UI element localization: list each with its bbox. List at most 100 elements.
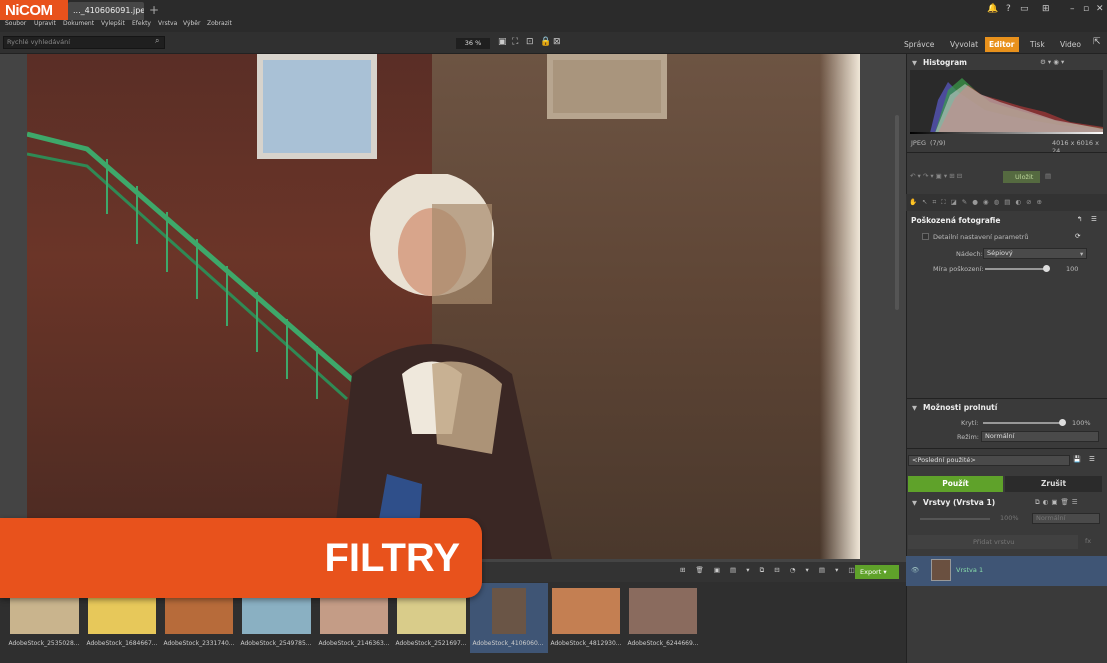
add-layer-button[interactable]: Přidat vrstvu <box>908 535 1078 549</box>
photo-vignette-edge <box>820 54 860 559</box>
save-preset-icon[interactable]: 💾 <box>1073 455 1081 463</box>
tab-vyvolat[interactable]: Vyvolat <box>946 37 982 52</box>
histogram-chart <box>910 70 1103 133</box>
save-button[interactable]: Uložit <box>1003 171 1040 183</box>
blend-mode-dropdown[interactable]: Normální <box>981 431 1099 442</box>
thumbnail-caption: AdobeStock_4106060... <box>472 640 544 647</box>
undo-icon[interactable]: ↶ ▾ ↷ ▾ ▣ ▾ ⊞ ⊟ <box>910 172 962 180</box>
damage-label: Míra poškození: <box>933 265 984 273</box>
histogram-options-icon[interactable]: ⚙ ▾ ◉ ▾ <box>1040 58 1064 66</box>
thumbnail-caption: AdobeStock_4812930... <box>550 640 622 647</box>
menu-vylepsit[interactable]: Vylepšit <box>101 20 125 27</box>
actual-size-icon[interactable]: ▣ <box>498 37 507 47</box>
menu-vyber[interactable]: Výběr <box>183 20 200 27</box>
search-icon[interactable]: ⌕ <box>155 36 159 46</box>
save-as-icon[interactable]: ▤ <box>1045 172 1051 180</box>
layer-mode-dropdown[interactable]: Normální <box>1032 513 1100 524</box>
detail-checkbox[interactable] <box>922 233 929 240</box>
panel-menu-icon[interactable]: ☰ <box>1091 215 1097 223</box>
divider <box>906 398 1107 399</box>
close-icon[interactable]: ✕ <box>1096 4 1104 14</box>
tab-file[interactable]: ..._4106060​91.jpeg <box>68 2 144 20</box>
window-sepia-image <box>547 54 667 119</box>
menu-upravit[interactable]: Upravit <box>34 20 56 27</box>
tab-spravce[interactable]: Správce <box>900 37 938 52</box>
search-input[interactable]: Rychlé vyhledávání <box>3 36 165 49</box>
edited-photo[interactable] <box>27 54 860 559</box>
filter-title: Poškozená fotografie <box>911 216 1001 225</box>
preset-dropdown[interactable]: <Poslední použité> <box>908 455 1070 466</box>
damage-value[interactable]: 100 <box>1066 265 1078 273</box>
menu-soubor[interactable]: Soubor <box>5 20 26 27</box>
apply-button[interactable]: Použít <box>908 476 1003 492</box>
notifications-icon[interactable]: 🔔 <box>987 4 998 14</box>
layer-opacity-value[interactable]: 100% <box>1000 514 1019 522</box>
title-bar <box>0 0 1107 20</box>
eye-icon[interactable]: 👁 <box>911 566 919 574</box>
fill-icon[interactable]: ⊡ <box>526 37 534 47</box>
filmstrip-tool-icons[interactable]: ⊞ 🗑 ▣ ▤ ▾ ⧉ ⊟ ◔ ▾ ▤ ▾ ◫ ⇄ <box>680 566 874 575</box>
fx-icon[interactable]: fx <box>1085 537 1091 545</box>
thumbnail-caption: AdobeStock_1684667... <box>86 640 158 647</box>
chevron-down-icon[interactable]: ▾ <box>1080 250 1083 258</box>
fit-icon[interactable]: ⛶ <box>512 37 518 47</box>
thumbnail-image[interactable] <box>492 588 526 634</box>
thumbnail-caption: AdobeStock_2549785... <box>240 640 312 647</box>
collapse-layers-icon[interactable]: ▼ <box>912 499 917 507</box>
reset-icon[interactable]: ↰ <box>1077 215 1082 223</box>
external-window-icon[interactable]: ⇱ <box>1093 37 1101 47</box>
app-logo: NiCOM <box>0 0 68 22</box>
cancel-button[interactable]: Zrušit <box>1005 476 1102 492</box>
blend-title: Možnosti prolnutí <box>923 403 998 412</box>
layer-thumbnail <box>931 559 951 581</box>
divider <box>906 448 1107 449</box>
layer-opacity-slider[interactable] <box>920 518 990 520</box>
tab-editor[interactable]: Editor <box>985 37 1019 52</box>
damage-slider-handle[interactable] <box>1043 265 1050 272</box>
refresh-icon[interactable]: ⟳ <box>1075 232 1080 240</box>
export-button[interactable]: Export ▾ <box>855 565 899 579</box>
preset-menu-icon[interactable]: ☰ <box>1089 455 1095 463</box>
minimize-icon[interactable]: – <box>1070 4 1075 14</box>
help-icon[interactable]: ? <box>1006 4 1011 14</box>
thumbnail-image[interactable] <box>629 588 697 634</box>
histogram-format: JPEG <box>911 139 926 147</box>
thumbnail-caption: AdobeStock_2535028... <box>8 640 80 647</box>
detail-label: Detailní nastavení parametrů <box>933 233 1029 241</box>
stair-railing-image <box>27 131 357 401</box>
layer-tool-icons[interactable]: ⧉◐▣🗑☰ <box>1035 498 1081 507</box>
menu-efekty[interactable]: Efekty <box>132 20 151 27</box>
damage-slider-track[interactable] <box>985 268 1047 270</box>
lock-icon[interactable]: 🔒 <box>540 37 551 47</box>
canvas-scrollbar[interactable] <box>895 115 899 310</box>
monitor-icon[interactable]: ▭ <box>1020 4 1029 14</box>
thumbnail-image[interactable] <box>552 588 620 634</box>
compare-icon[interactable]: ⊠ <box>553 37 561 47</box>
menu-vrstva[interactable]: Vrstva <box>158 20 177 27</box>
zoom-field[interactable]: 36 % <box>456 38 490 49</box>
menu-zobrazit[interactable]: Zobrazit <box>207 20 232 27</box>
collapse-histogram-icon[interactable]: ▼ <box>912 59 917 67</box>
tint-label: Nádech: <box>956 250 983 258</box>
opacity-value[interactable]: 100% <box>1072 419 1091 427</box>
layer-name: Vrstva 1 <box>956 566 984 574</box>
tint-dropdown[interactable]: Sépiový <box>983 248 1087 259</box>
tool-icons[interactable]: ↖⌗⛶◪✎●◉◍▤◐⊘⊕ <box>922 198 1047 207</box>
tab-tisk[interactable]: Tisk <box>1026 37 1049 52</box>
opacity-slider-handle[interactable] <box>1059 419 1066 426</box>
hand-tool-icon[interactable]: ✋ <box>909 198 917 206</box>
collapse-blend-icon[interactable]: ▼ <box>912 404 917 412</box>
opacity-label: Krytí: <box>961 419 979 427</box>
app-window: NiCOM ..._4106060​91.jpeg + 🔔 ? ▭ ⊞ – ▫ … <box>0 0 1107 663</box>
layout-icon[interactable]: ⊞ <box>1042 4 1050 14</box>
menu-dokument[interactable]: Dokument <box>63 20 94 27</box>
maximize-icon[interactable]: ▫ <box>1083 4 1089 14</box>
tab-video[interactable]: Video <box>1056 37 1085 52</box>
opacity-slider-track[interactable] <box>983 422 1063 424</box>
divider <box>906 152 1107 153</box>
woman-figure-image <box>332 174 552 559</box>
add-tab-button[interactable]: + <box>149 3 159 17</box>
thumbnail-caption: AdobeStock_2331740... <box>163 640 235 647</box>
histogram-title: Histogram <box>923 58 967 67</box>
thumbnail-caption: AdobeStock_2521697... <box>395 640 467 647</box>
